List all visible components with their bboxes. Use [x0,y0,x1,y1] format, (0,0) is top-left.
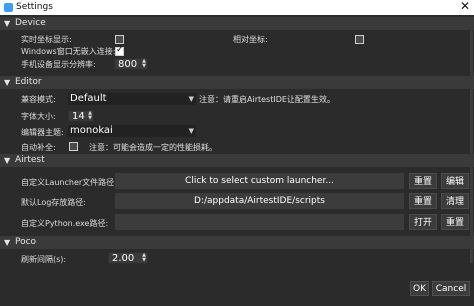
launcher-path-field[interactable]: Click to select custom launcher... [115,173,404,189]
autocomplete-label: 自动补全: [21,143,56,152]
section-airtest-header[interactable]: ▼ Airtest [0,154,474,167]
chevron-down-icon: ▼ [4,156,11,165]
python-reset-button[interactable]: 重置 [441,214,469,230]
section-editor-label: Editor [15,77,42,87]
chevron-down-icon: ▼ [4,238,11,247]
log-path-label: 默认Log存放路径: [21,198,86,207]
ok-button[interactable]: OK [410,281,429,296]
close-icon[interactable]: ✕ [460,0,470,13]
log-clear-button[interactable]: 清理 [441,193,469,209]
relative-coords-label: 相对坐标: [233,35,268,44]
windows-embed-checkbox[interactable] [115,45,124,56]
show-coords-checkbox[interactable] [115,35,124,44]
app-icon [4,3,13,12]
theme-value: monokai [70,125,113,136]
phone-resolution-value: 800 [118,59,138,70]
chevron-down-icon: ▼ [188,95,194,103]
spin-arrows-icon[interactable]: ▲ ▼ [88,111,92,121]
compat-mode-label: 兼容模式: [21,95,56,104]
launcher-edit-button[interactable]: 编辑 [441,173,469,189]
show-coords-label: 实时坐标显示: [21,35,72,44]
log-reset-button[interactable]: 重置 [409,193,437,209]
autocomplete-hint: 注意：可能会造成一定的性能损耗。 [89,143,217,152]
log-path-field[interactable]: D:/appdata/AirtestIDE/scripts [115,193,404,209]
font-size-value: 14 [72,111,85,122]
compat-mode-value: Default [70,93,107,104]
phone-resolution-label: 手机设备显示分辨率: [21,60,96,69]
refresh-interval-spinbox[interactable]: 2.00 ▲ ▼ [108,252,148,264]
scrollbar[interactable] [470,17,473,263]
refresh-interval-value: 2.00 [112,253,135,264]
spin-arrows-icon[interactable]: ▲ ▼ [142,253,146,263]
font-size-spinbox[interactable]: 14 ▲ ▼ [68,110,94,122]
chevron-down-icon: ▼ [4,19,11,28]
theme-select[interactable]: monokai ▼ [68,125,196,137]
section-device-label: Device [15,18,46,28]
section-poco-label: Poco [15,237,37,247]
windows-embed-label: Windows窗口无嵌入连接: [21,47,116,56]
python-path-field[interactable] [115,214,404,230]
relative-coords-checkbox[interactable] [355,35,364,44]
python-open-button[interactable]: 打开 [409,214,437,230]
theme-label: 编辑器主题: [21,128,64,137]
refresh-interval-label: 刷新间隔(s): [21,255,67,264]
spin-arrows-icon[interactable]: ▲ ▼ [142,59,146,69]
cancel-button[interactable]: Cancel [432,281,470,296]
window-titlebar: Settings ✕ [0,0,474,15]
chevron-down-icon: ▼ [4,78,11,87]
compat-mode-select[interactable]: Default ▼ [68,93,196,105]
window-title: Settings [16,2,53,12]
section-airtest-label: Airtest [15,155,45,165]
python-path-label: 自定义Python.exe路径: [21,219,109,228]
phone-resolution-spinbox[interactable]: 800 ▲ ▼ [114,58,148,70]
section-poco-header[interactable]: ▼ Poco [0,236,474,249]
section-editor-header[interactable]: ▼ Editor [0,76,474,89]
launcher-label: 自定义Launcher文件路径: [21,178,117,187]
compat-hint: 注意：请重启AirtestIDE让配置生效。 [199,95,335,104]
autocomplete-checkbox[interactable] [69,142,78,151]
font-size-label: 字体大小: [21,112,56,121]
launcher-reset-button[interactable]: 重置 [409,173,437,189]
chevron-down-icon: ▼ [188,127,194,135]
section-device-header[interactable]: ▼ Device [0,17,474,30]
